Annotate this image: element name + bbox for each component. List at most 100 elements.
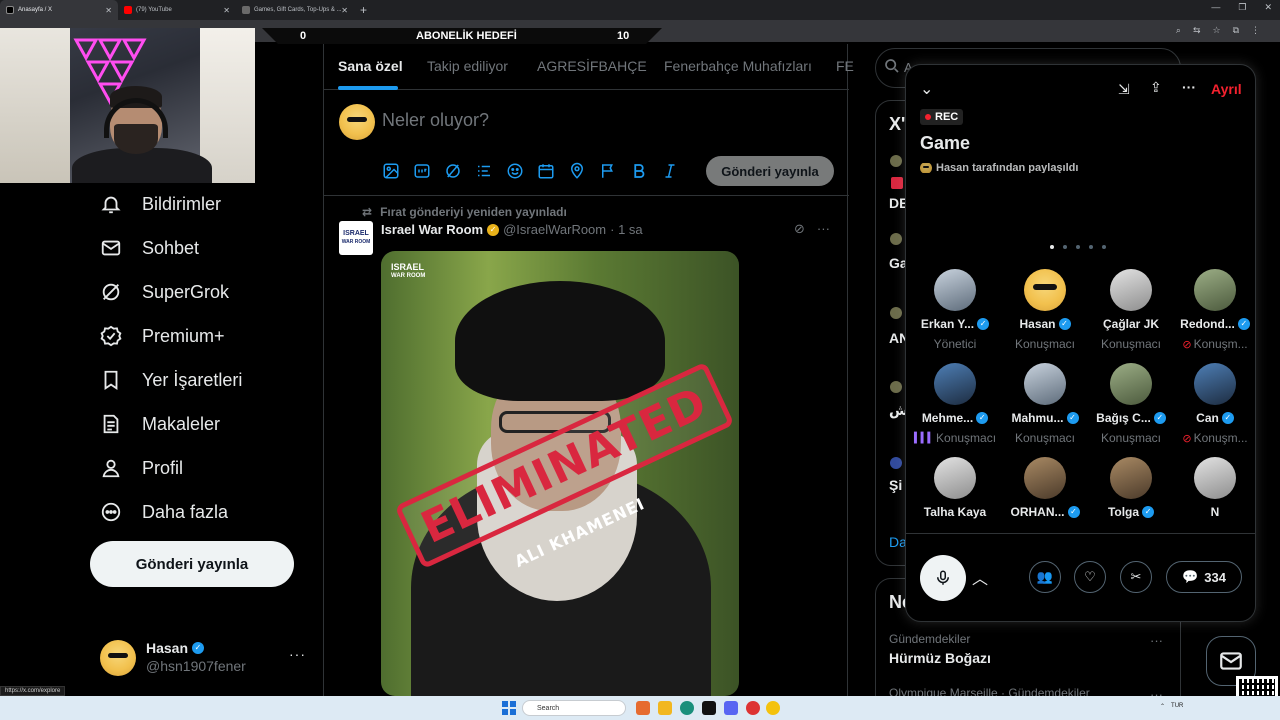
tray-up-icon[interactable]: ⌃	[1160, 703, 1165, 710]
more-icon[interactable]: ···	[1182, 79, 1196, 95]
maximize-icon[interactable]: ❐	[1238, 2, 1246, 13]
tab-fe[interactable]: FE	[836, 58, 854, 74]
x-logo-icon	[6, 6, 14, 14]
speaker[interactable]: Redond... ✓ ⊘ Konuşm...	[1172, 269, 1258, 359]
nav-chat[interactable]: Sohbet	[100, 237, 199, 259]
grok-icon[interactable]	[444, 162, 462, 180]
speaker-role-row: Konuşmacı	[1088, 337, 1174, 351]
schedule-icon[interactable]	[537, 162, 555, 180]
tab-following[interactable]: Takip ediliyor	[427, 58, 508, 74]
speaker[interactable]: Hasan ✓ Konuşmacı	[1002, 269, 1088, 359]
speaker[interactable]: Mehme... ✓ ▍▍▍ Konuşmacı	[912, 363, 998, 453]
author-handle[interactable]: @IsraelWarRoom	[503, 222, 606, 237]
star-icon[interactable]: ☆	[1212, 25, 1220, 36]
emoji-icon[interactable]	[506, 162, 524, 180]
image-icon[interactable]	[382, 162, 400, 180]
more-icon[interactable]: ···	[817, 221, 830, 237]
more-icon[interactable]: ···	[1150, 633, 1163, 648]
close-tab-icon[interactable]: ✕	[341, 6, 348, 15]
pager-dot[interactable]	[1076, 245, 1080, 249]
tab-fenerbahce-muhafizlari[interactable]: Fenerbahçe Muhafızları	[664, 58, 812, 74]
people-button[interactable]: 👥	[1029, 561, 1061, 593]
browser-tab-x[interactable]: Anasayfa / X ✕	[0, 0, 118, 20]
app-icon[interactable]	[636, 701, 650, 715]
user-icon	[102, 459, 120, 478]
browser-tab-youtube[interactable]: (79) YouTube ✕	[118, 0, 236, 20]
obs-icon[interactable]	[746, 701, 760, 715]
clip-button[interactable]: ✂	[1120, 561, 1152, 593]
edge-icon[interactable]	[680, 701, 694, 715]
avatar[interactable]	[339, 104, 375, 140]
minimize-icon[interactable]: —	[1211, 2, 1220, 13]
author-name[interactable]: Israel War Room	[381, 222, 483, 237]
nav-bookmarks[interactable]: Yer İşaretleri	[100, 369, 242, 391]
chrome-icon[interactable]	[766, 701, 780, 715]
chevron-up-icon[interactable]: ︿	[972, 565, 988, 589]
speaker[interactable]: Mahmu... ✓ Konuşmacı	[1002, 363, 1088, 453]
folder-icon[interactable]	[658, 701, 672, 715]
speaker[interactable]: Can ✓ ⊘ Konuşm...	[1172, 363, 1258, 453]
speaker[interactable]: Çağlar JK Konuşmacı	[1088, 269, 1174, 359]
translate-icon[interactable]: ⇆	[1193, 25, 1201, 36]
pager-dot[interactable]	[1063, 245, 1067, 249]
nav-profile[interactable]: Profil	[100, 457, 183, 479]
browser-tab-games[interactable]: Games, Gift Cards, Top-Ups & ... ✕	[236, 0, 354, 20]
more-icon[interactable]: ···	[289, 646, 306, 662]
tweet[interactable]: ⇄ Fırat gönderiyi yeniden yayınladı ISRA…	[324, 197, 849, 697]
chevron-down-icon[interactable]: ⌄	[920, 79, 933, 99]
extensions-icon[interactable]: ⧉	[1233, 25, 1239, 36]
comments-button[interactable]: 💬 334	[1166, 561, 1242, 593]
composer-post-button[interactable]: Gönderi yayınla	[706, 156, 834, 186]
minimize-space-icon[interactable]: ⇲	[1118, 81, 1130, 98]
pager-dot[interactable]	[1089, 245, 1093, 249]
gif-icon[interactable]	[413, 162, 431, 180]
zoom-icon[interactable]: ⌕	[1176, 25, 1181, 36]
nav-articles[interactable]: Makaleler	[100, 413, 220, 435]
discord-icon[interactable]	[724, 701, 738, 715]
post-button[interactable]: Gönderi yayınla	[90, 541, 294, 587]
share-icon[interactable]: ⇪	[1150, 79, 1162, 96]
mic-button[interactable]	[920, 555, 966, 601]
windows-start-icon[interactable]	[502, 701, 516, 715]
avatar	[934, 457, 976, 499]
nav-notifications[interactable]: Bildirimler	[100, 193, 221, 215]
subscription-goal-bar: 0 ABONELİK HEDEFİ 10	[262, 28, 662, 44]
speaker[interactable]: Bağış C... ✓ Konuşmacı	[1088, 363, 1174, 453]
new-tab-button[interactable]: +	[360, 3, 367, 17]
close-tab-icon[interactable]: ✕	[223, 6, 230, 15]
account-switcher[interactable]: Hasan ✓ @hsn1907fener ···	[100, 638, 310, 678]
webcam-light	[200, 28, 255, 183]
bold-icon[interactable]	[630, 162, 648, 180]
poll-icon[interactable]	[475, 162, 493, 180]
speaker[interactable]: Erkan Y... ✓ Yönetici	[912, 269, 998, 359]
speaker-name: Çağlar JK	[1102, 317, 1160, 331]
nav-premium[interactable]: Premium+	[100, 325, 225, 347]
pager-dot[interactable]	[1102, 245, 1106, 249]
tweet-time[interactable]: · 1 sa	[610, 222, 643, 237]
trend-title[interactable]: Hürmüz Boğazı	[889, 650, 991, 666]
shared-by: Hasan tarafından paylaşıldı	[920, 163, 1078, 173]
speaker-role: Konuşmacı	[1014, 431, 1076, 445]
x-app-icon[interactable]	[702, 701, 716, 715]
tweet-image[interactable]: ISRAEL WAR ROOM ELIMINATED ALI KHAMENEI	[381, 251, 739, 696]
italic-icon[interactable]	[661, 162, 679, 180]
author-avatar[interactable]: ISRAEL WAR ROOM	[339, 221, 373, 255]
composer-input[interactable]: Neler oluyor?	[382, 110, 489, 131]
close-tab-icon[interactable]: ✕	[105, 6, 112, 15]
leave-button[interactable]: Ayrıl	[1211, 81, 1242, 97]
pager-dot[interactable]	[1050, 245, 1054, 249]
close-window-icon[interactable]: ✕	[1264, 2, 1272, 13]
nav-supergrok[interactable]: SuperGrok	[100, 281, 229, 303]
react-button[interactable]: ♡	[1074, 561, 1106, 593]
avatar	[1110, 457, 1152, 499]
menu-icon[interactable]: ⋮	[1251, 25, 1260, 36]
flag-icon[interactable]	[599, 162, 617, 180]
taskbar-search[interactable]: Search	[522, 700, 626, 716]
location-icon[interactable]	[568, 162, 586, 180]
avatar	[934, 269, 976, 311]
nav-more[interactable]: Daha fazla	[100, 501, 228, 523]
language-indicator[interactable]: TUR	[1171, 703, 1183, 710]
grok-icon[interactable]: ⊘	[794, 221, 805, 237]
tab-agresifbahce[interactable]: AGRESİFBAHÇE	[537, 58, 647, 74]
tab-for-you[interactable]: Sana özel	[338, 58, 403, 74]
